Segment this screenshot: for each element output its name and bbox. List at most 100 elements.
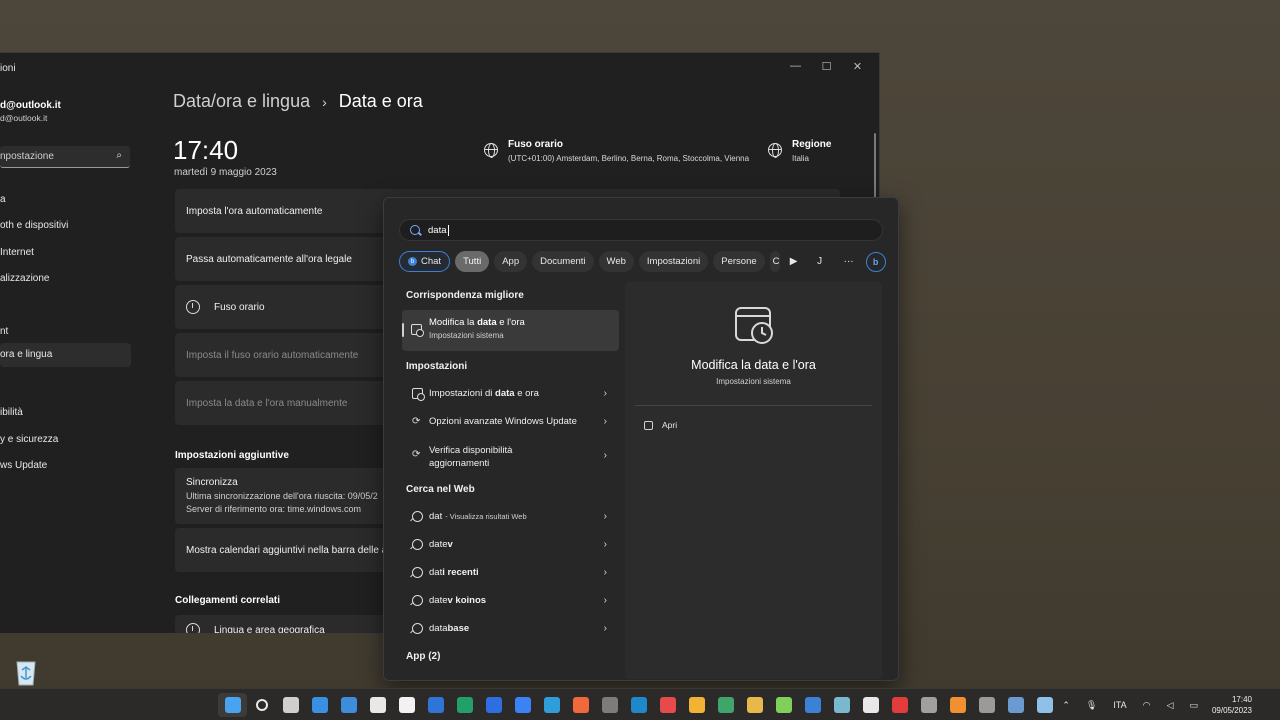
more-options-button[interactable]: ···: [837, 251, 861, 272]
sidebar-item-accessibility[interactable]: ibilità: [0, 401, 131, 425]
sidebar-item-bluetooth[interactable]: oth e dispositivi: [0, 214, 131, 238]
sidebar-item-system[interactable]: a: [0, 188, 131, 212]
taskbar-app-icon[interactable]: [276, 693, 305, 717]
search-input[interactable]: data: [399, 219, 883, 241]
taskbar-app-icon[interactable]: [972, 693, 1001, 717]
filter-apps[interactable]: App: [494, 251, 528, 272]
taskbar-app-icon[interactable]: [653, 693, 682, 717]
web-result-datev[interactable]: datev ›: [412, 539, 607, 550]
bing-icon: b: [408, 257, 417, 266]
app-glyph: [514, 697, 531, 713]
search-icon[interactable]: [247, 693, 276, 717]
window-title: ioni: [0, 63, 16, 74]
web-result-database[interactable]: database ›: [412, 623, 607, 634]
taskbar-app-icon[interactable]: [566, 693, 595, 717]
taskbar-app-icon[interactable]: [537, 693, 566, 717]
taskbar: ⌃ 🎙 ITA ◠ ◁ ▭ 17:40 09/05/2023: [0, 688, 1280, 720]
volume-icon[interactable]: ◁: [1167, 700, 1174, 711]
filter-settings[interactable]: Impostazioni: [638, 251, 709, 272]
bing-chat-button[interactable]: b: [865, 251, 886, 272]
taskbar-app-icon[interactable]: [624, 693, 653, 717]
taskbar-app-icon[interactable]: [450, 693, 479, 717]
settings-result-date-time[interactable]: Impostazioni di data e ora ›: [412, 388, 607, 401]
filter-chat[interactable]: b Chat: [399, 251, 451, 272]
filter-people[interactable]: Persone: [713, 251, 765, 272]
web-result-dat[interactable]: dat - Visualizza risultati Web ›: [412, 511, 607, 522]
search-icon: [412, 511, 423, 522]
taskbar-app-icon[interactable]: [914, 693, 943, 717]
sidebar-item-time-language[interactable]: ora e lingua: [0, 343, 131, 367]
taskbar-app-icon[interactable]: [595, 693, 624, 717]
chevron-right-icon: ›: [603, 511, 607, 522]
taskbar-app-icon[interactable]: [682, 693, 711, 717]
filter-overflow[interactable]: C: [769, 251, 780, 272]
taskbar-app-icon[interactable]: [479, 693, 508, 717]
microphone-icon[interactable]: 🎙: [1086, 700, 1097, 711]
battery-icon[interactable]: ▭: [1189, 700, 1198, 711]
chevron-right-icon: ›: [603, 539, 607, 550]
region-title: Regione: [792, 139, 832, 150]
account-email: d@outlook.it: [0, 113, 48, 123]
timezone-title: Fuso orario: [508, 139, 564, 150]
filter-all[interactable]: Tutti: [455, 251, 490, 272]
sync-icon: ⟳: [412, 416, 421, 427]
scrollbar-thumb[interactable]: [874, 133, 876, 203]
taskbar-app-icon[interactable]: [711, 693, 740, 717]
taskbar-app-icon[interactable]: [392, 693, 421, 717]
maximize-button[interactable]: ☐: [811, 55, 842, 77]
recycle-bin-icon[interactable]: [14, 658, 38, 686]
open-action[interactable]: Apri: [644, 420, 677, 430]
taskbar-app-icon[interactable]: [363, 693, 392, 717]
app-glyph: [746, 697, 763, 713]
best-match-result[interactable]: Modifica la data e l'ora Impostazioni si…: [402, 310, 619, 351]
taskbar-app-icon[interactable]: [856, 693, 885, 717]
preview-title: Modifica la data e l'ora: [691, 358, 816, 372]
taskbar-app-icon[interactable]: [421, 693, 450, 717]
language-region-label: Lingua e area geografica: [214, 624, 325, 634]
taskbar-app-icon[interactable]: [334, 693, 363, 717]
settings-search-input[interactable]: npostazione ⌕: [0, 146, 130, 168]
breadcrumb: Data/ora e lingua › Data e ora: [173, 91, 423, 112]
system-tray: ⌃ 🎙 ITA ◠ ◁ ▭ 17:40 09/05/2023: [1054, 689, 1280, 720]
breadcrumb-parent[interactable]: Data/ora e lingua: [173, 91, 310, 112]
account-avatar[interactable]: J: [808, 251, 832, 272]
play-icon[interactable]: ▶: [785, 251, 803, 272]
taskbar-app-icon[interactable]: [798, 693, 827, 717]
wifi-icon[interactable]: ◠: [1143, 700, 1151, 711]
web-result-datev-koinos[interactable]: datev koinos ›: [412, 595, 607, 606]
web-result-dati-recenti[interactable]: dati recenti ›: [412, 567, 607, 578]
sidebar-item-network[interactable]: Internet: [0, 241, 131, 265]
taskbar-clock[interactable]: 17:40 09/05/2023: [1212, 694, 1252, 716]
taskbar-app-icon[interactable]: [1001, 693, 1030, 717]
app-glyph: [255, 699, 268, 711]
taskbar-app-icon[interactable]: [740, 693, 769, 717]
app-glyph: [601, 697, 618, 713]
settings-result-check-updates[interactable]: ⟳ Verifica disponibilità aggiornamenti ›: [412, 444, 607, 470]
additional-settings-header: Impostazioni aggiuntive: [175, 450, 289, 461]
sidebar-item-windows-update[interactable]: ws Update: [0, 454, 131, 478]
filter-web[interactable]: Web: [598, 251, 634, 272]
settings-result-update-options[interactable]: ⟳ Opzioni avanzate Windows Update ›: [412, 416, 607, 427]
search-flyout: data b Chat Tutti App Documenti Web Impo…: [383, 197, 899, 681]
account-name: d@outlook.it: [0, 100, 61, 111]
taskbar-app-icon[interactable]: [305, 693, 334, 717]
app-glyph: [1036, 697, 1053, 713]
sidebar-item-accounts[interactable]: nt: [0, 320, 131, 344]
taskbar-date: 09/05/2023: [1211, 706, 1252, 715]
taskbar-app-icon[interactable]: [769, 693, 798, 717]
filter-documents[interactable]: Documenti: [532, 251, 594, 272]
search-filters: b Chat Tutti App Documenti Web Impostazi…: [399, 251, 886, 272]
divider: [635, 405, 872, 406]
taskbar-app-icon[interactable]: [827, 693, 856, 717]
sidebar-item-personalization[interactable]: alizzazione: [0, 267, 131, 291]
chevron-up-icon[interactable]: ⌃: [1062, 700, 1070, 711]
minimize-button[interactable]: —: [780, 55, 811, 77]
taskbar-app-icon[interactable]: [885, 693, 914, 717]
result-label: Verifica disponibilità aggiornamenti: [429, 445, 513, 469]
sidebar-item-privacy[interactable]: y e sicurezza: [0, 428, 131, 452]
taskbar-app-icon[interactable]: [508, 693, 537, 717]
taskbar-app-icon[interactable]: [943, 693, 972, 717]
close-button[interactable]: ✕: [842, 55, 873, 77]
language-indicator[interactable]: ITA: [1113, 700, 1126, 710]
start-button[interactable]: [218, 693, 247, 717]
